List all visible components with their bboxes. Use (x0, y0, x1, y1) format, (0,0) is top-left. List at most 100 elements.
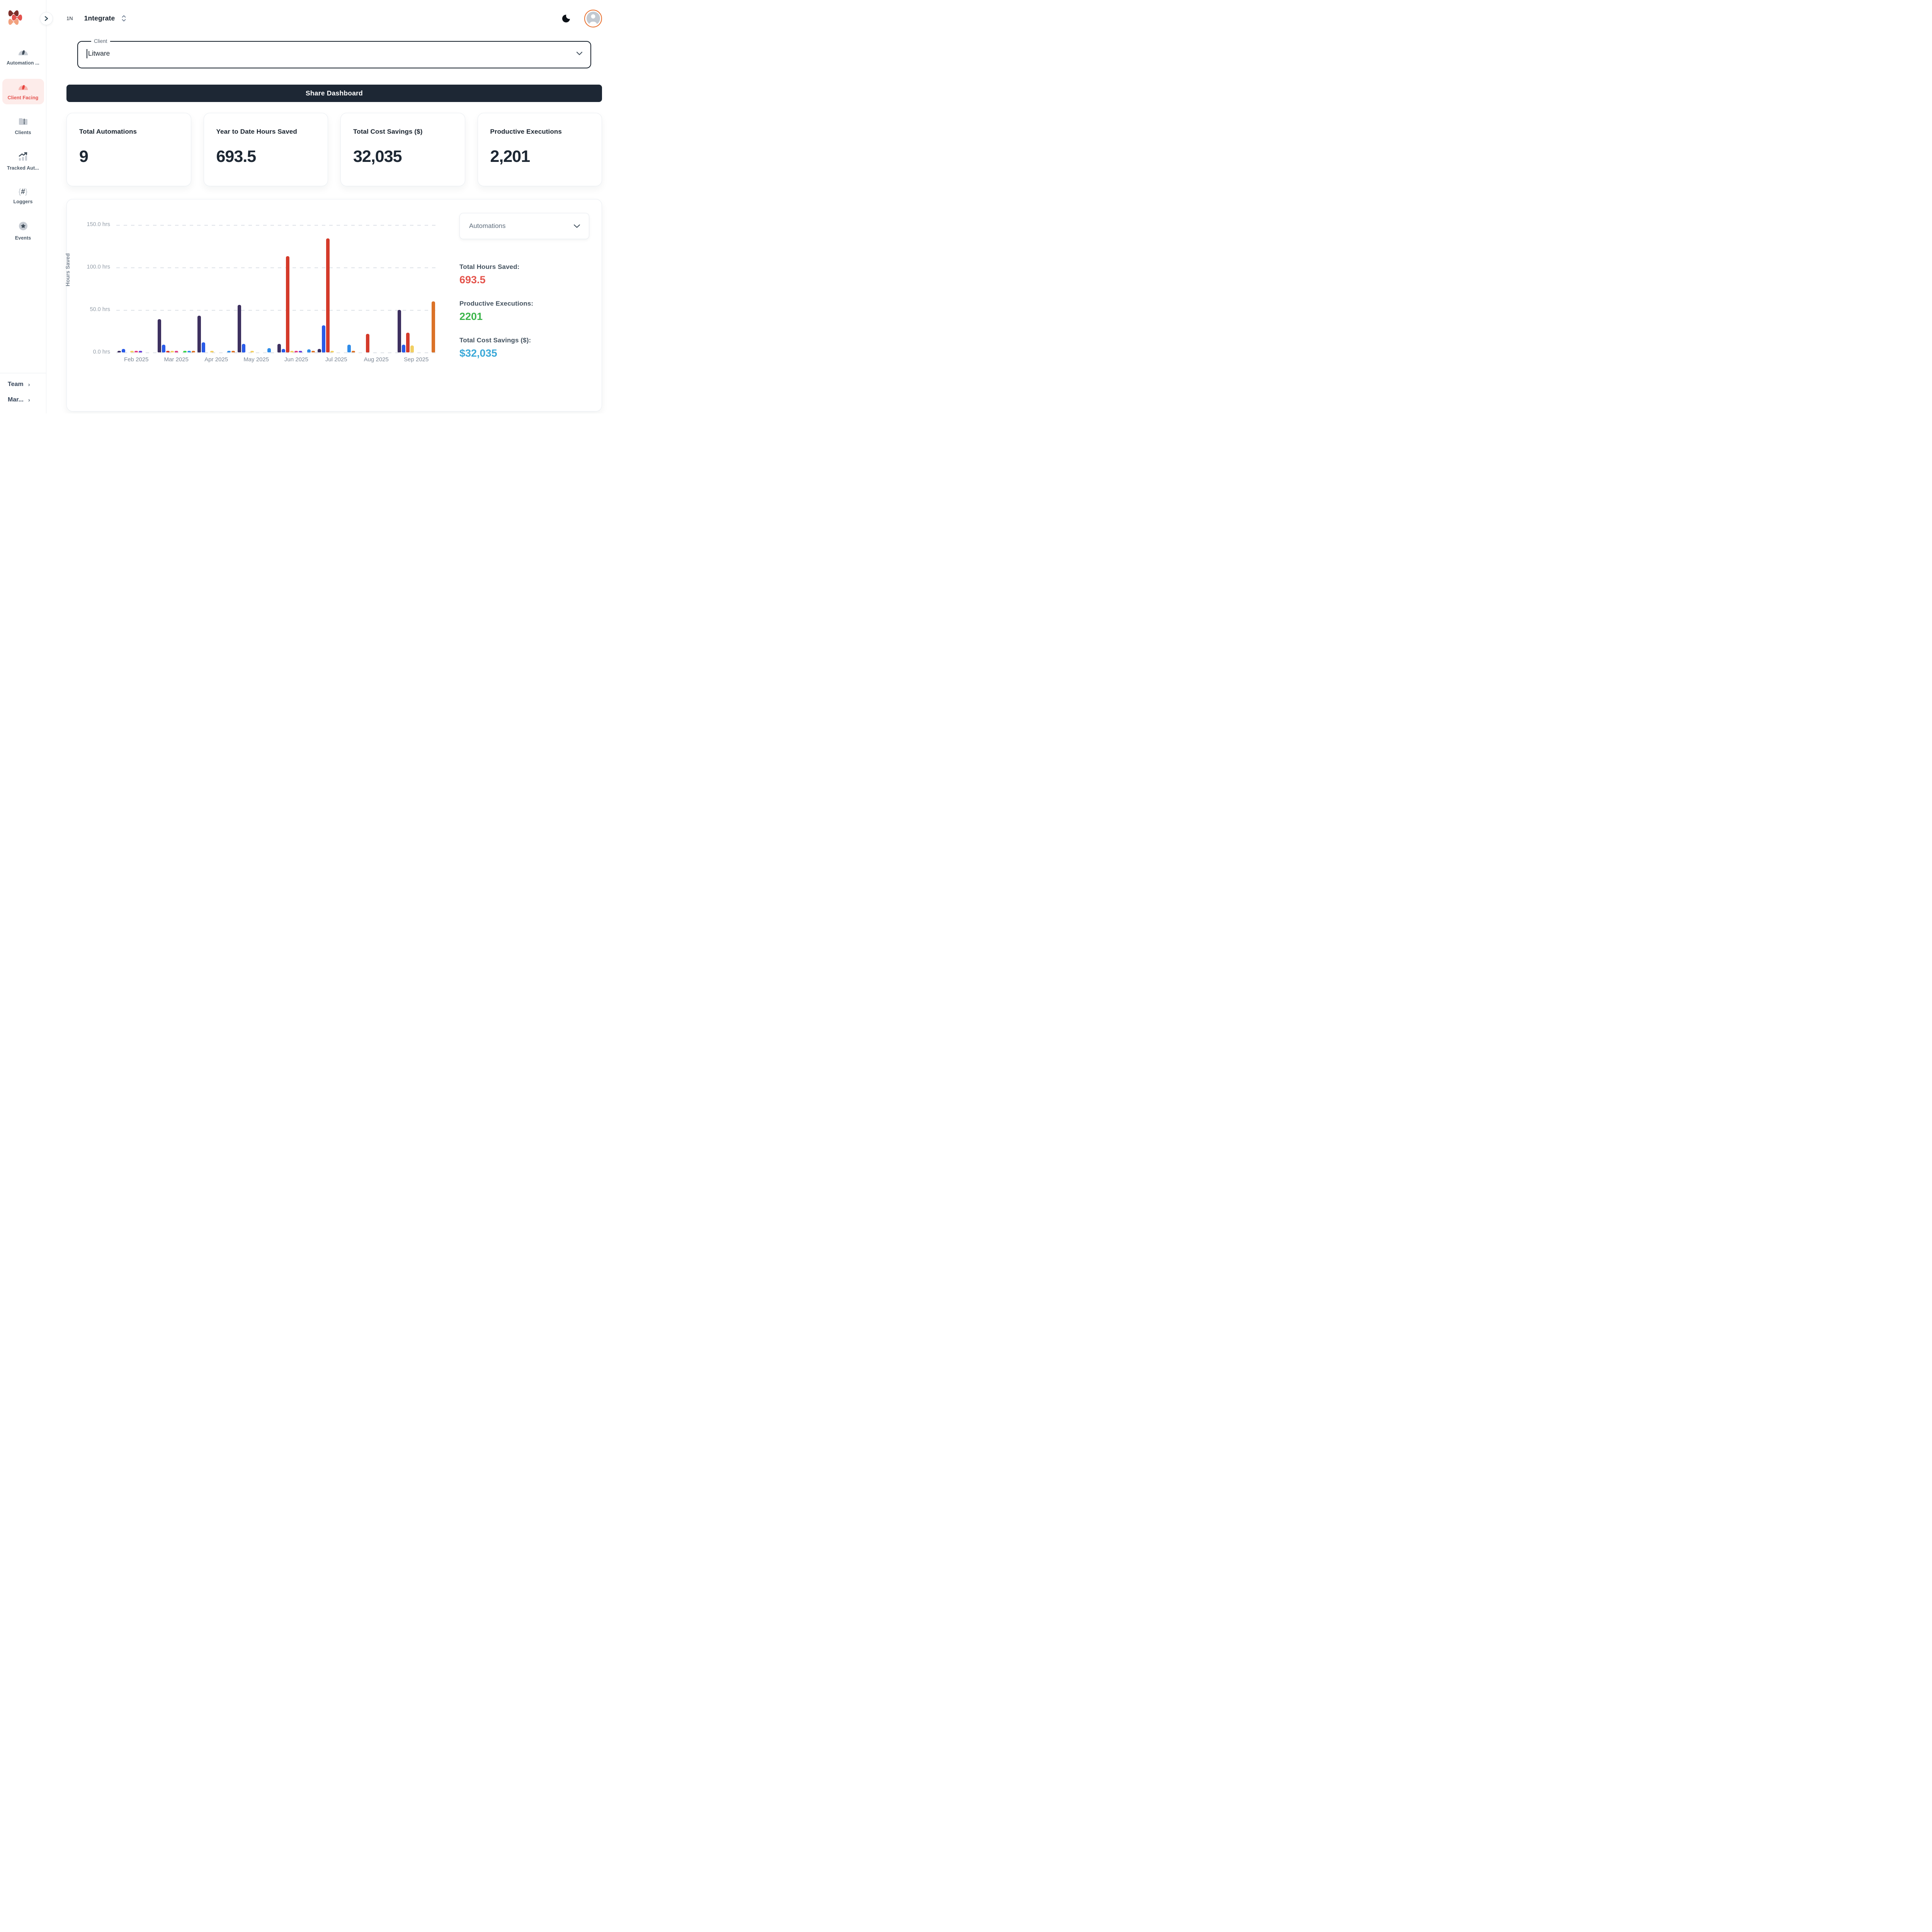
unfold-more-icon (121, 15, 126, 22)
bar-automation-9-mar-2025 (191, 351, 195, 352)
folder-zip-icon (19, 117, 28, 127)
bar-automation-8-may-2025 (267, 348, 271, 352)
chevron-right-icon: › (28, 381, 30, 388)
bar-automation-3-sep-2025 (406, 333, 410, 352)
x-axis-label-sep-2025: Sep 2025 (404, 356, 429, 363)
sidebar: Automation ... Client Facing Clients Tra… (0, 0, 53, 413)
bar-automation-4-mar-2025 (170, 350, 174, 352)
sidebar-item-events[interactable]: Events (2, 218, 44, 245)
stat-card-title: Productive Executions (490, 128, 562, 135)
summary-label: Total Hours Saved: (459, 263, 520, 270)
bar-automation-2-sep-2025 (401, 345, 405, 352)
sidebar-item-mar[interactable]: Mar... › (8, 396, 46, 403)
bar-automation-6-jun-2025 (299, 351, 303, 352)
sidebar-item-label: Tracked Aut... (7, 165, 39, 171)
chevron-down-icon (573, 224, 580, 228)
bar-automation-1-feb-2025 (117, 350, 121, 352)
summary-value: 693.5 (459, 274, 486, 286)
stat-card-value: 32,035 (353, 147, 402, 166)
bar-automation-1-may-2025 (237, 304, 241, 352)
stat-card-title: Total Cost Savings ($) (353, 128, 423, 135)
sidebar-item-tracked-automations[interactable]: Tracked Aut... (2, 148, 44, 175)
stat-card-value: 2,201 (490, 147, 531, 166)
stat-card-ytd-hours-saved: Year to Date Hours Saved 693.5 (203, 113, 328, 186)
workspace-switcher[interactable] (121, 15, 126, 22)
stat-card-productive-executions: Productive Executions 2,201 (477, 113, 602, 186)
chevron-down-icon[interactable] (576, 51, 583, 56)
client-field-inner: Litware (87, 49, 583, 58)
chevron-right-icon (44, 16, 49, 21)
y-axis-tick-label: 150.0 hrs (87, 221, 110, 228)
stat-card-title: Total Automations (79, 128, 137, 135)
bar-automation-3-aug-2025 (366, 333, 370, 352)
bar-automation-2-jun-2025 (282, 349, 286, 352)
bar-automation-3-mar-2025 (166, 351, 170, 352)
workspace-code: 1N (66, 15, 73, 21)
stat-cards-row: Total Automations 9 Year to Date Hours S… (66, 113, 602, 186)
main-content: 1N 1ntegrate Client Litware Share Dashbo… (46, 0, 615, 413)
top-bar: 1N 1ntegrate (66, 0, 602, 37)
share-dashboard-button[interactable]: Share Dashboard (66, 85, 602, 102)
bar-automation-2-mar-2025 (162, 345, 165, 352)
gauge-icon (18, 48, 28, 58)
hours-saved-chart-card: Hours Saved 0.0 hrs 50.0 hrs 100.0 hrs 150.… (65, 199, 602, 412)
sidebar-expand-button[interactable] (40, 12, 53, 25)
bar-automation-2-jul-2025 (321, 325, 325, 352)
sidebar-item-client-facing[interactable]: Client Facing (2, 79, 44, 104)
bar-automation-4-may-2025 (250, 350, 254, 352)
x-axis-label-aug-2025: Aug 2025 (364, 356, 389, 363)
bar-automation-9-jul-2025 (351, 351, 355, 352)
sidebar-nav: Automation ... Client Facing Clients Tra… (0, 44, 46, 245)
client-select-field[interactable]: Client Litware (77, 38, 591, 68)
sidebar-item-label: Automation ... (7, 60, 39, 66)
bar-automation-3-jun-2025 (286, 256, 290, 352)
sidebar-item-clients[interactable]: Clients (2, 114, 44, 139)
sidebar-item-loggers[interactable]: {#} Loggers (2, 184, 44, 208)
bar-automation-8-jul-2025 (347, 345, 351, 352)
client-field-label: Client (94, 38, 107, 44)
sidebar-footer: Team › Mar... › (0, 373, 46, 413)
bar-automation-4-jul-2025 (330, 351, 334, 352)
sidebar-item-automation[interactable]: Automation ... (2, 44, 44, 70)
y-axis-tick-label: 0.0 hrs (93, 349, 110, 355)
bar-automation-4-jun-2025 (290, 351, 294, 352)
star-circle-icon (19, 221, 28, 233)
x-axis-label-feb-2025: Feb 2025 (124, 356, 149, 363)
automations-filter-dropdown[interactable]: Automations (459, 213, 589, 239)
user-avatar[interactable] (584, 9, 602, 27)
summary-value: 2201 (459, 311, 483, 322)
x-axis-label-jul-2025: Jul 2025 (325, 356, 347, 363)
bar-automation-9-sep-2025 (431, 301, 435, 352)
bar-automation-8-mar-2025 (187, 351, 191, 352)
dark-mode-toggle[interactable] (562, 12, 572, 22)
bar-automation-9-apr-2025 (231, 351, 235, 352)
bar-automation-5-feb-2025 (134, 351, 138, 352)
gauge-icon (18, 83, 28, 92)
summary-total-cost-savings: Total Cost Savings ($): $32,035 (459, 337, 599, 359)
logo-bowtie-salmon (8, 19, 19, 25)
chart-trending-up-icon (18, 152, 28, 163)
workspace-name: 1ntegrate (84, 14, 115, 22)
bar-automation-8-jun-2025 (307, 349, 311, 352)
bar-automation-5-jun-2025 (294, 351, 298, 352)
bar-automation-1-apr-2025 (197, 316, 201, 352)
dashboard-page: Automation ... Client Facing Clients Tra… (0, 0, 615, 413)
bar-automation-4-feb-2025 (130, 351, 134, 352)
bar-automation-2-may-2025 (242, 344, 245, 352)
bar-automation-4-sep-2025 (410, 345, 414, 352)
bar-automation-1-mar-2025 (157, 319, 161, 352)
sidebar-item-team[interactable]: Team › (8, 381, 46, 388)
sidebar-item-label: Clients (15, 130, 31, 135)
sidebar-item-label: Events (15, 235, 31, 241)
stat-card-value: 693.5 (216, 147, 257, 166)
bar-automation-6-feb-2025 (139, 351, 143, 352)
plot-area (116, 225, 436, 352)
summary-productive-executions: Productive Executions: 2201 (459, 300, 599, 323)
sidebar-footer-label: Mar... (8, 396, 24, 403)
filter-dropdown-value: Automations (469, 222, 506, 230)
bar-automation-9-jun-2025 (311, 351, 315, 352)
chart-summary-panel: Total Hours Saved: 693.5 Productive Exec… (459, 263, 599, 373)
bar-automation-1-jun-2025 (277, 344, 281, 352)
app-logo (8, 10, 32, 28)
bar-automation-5-mar-2025 (174, 351, 178, 352)
